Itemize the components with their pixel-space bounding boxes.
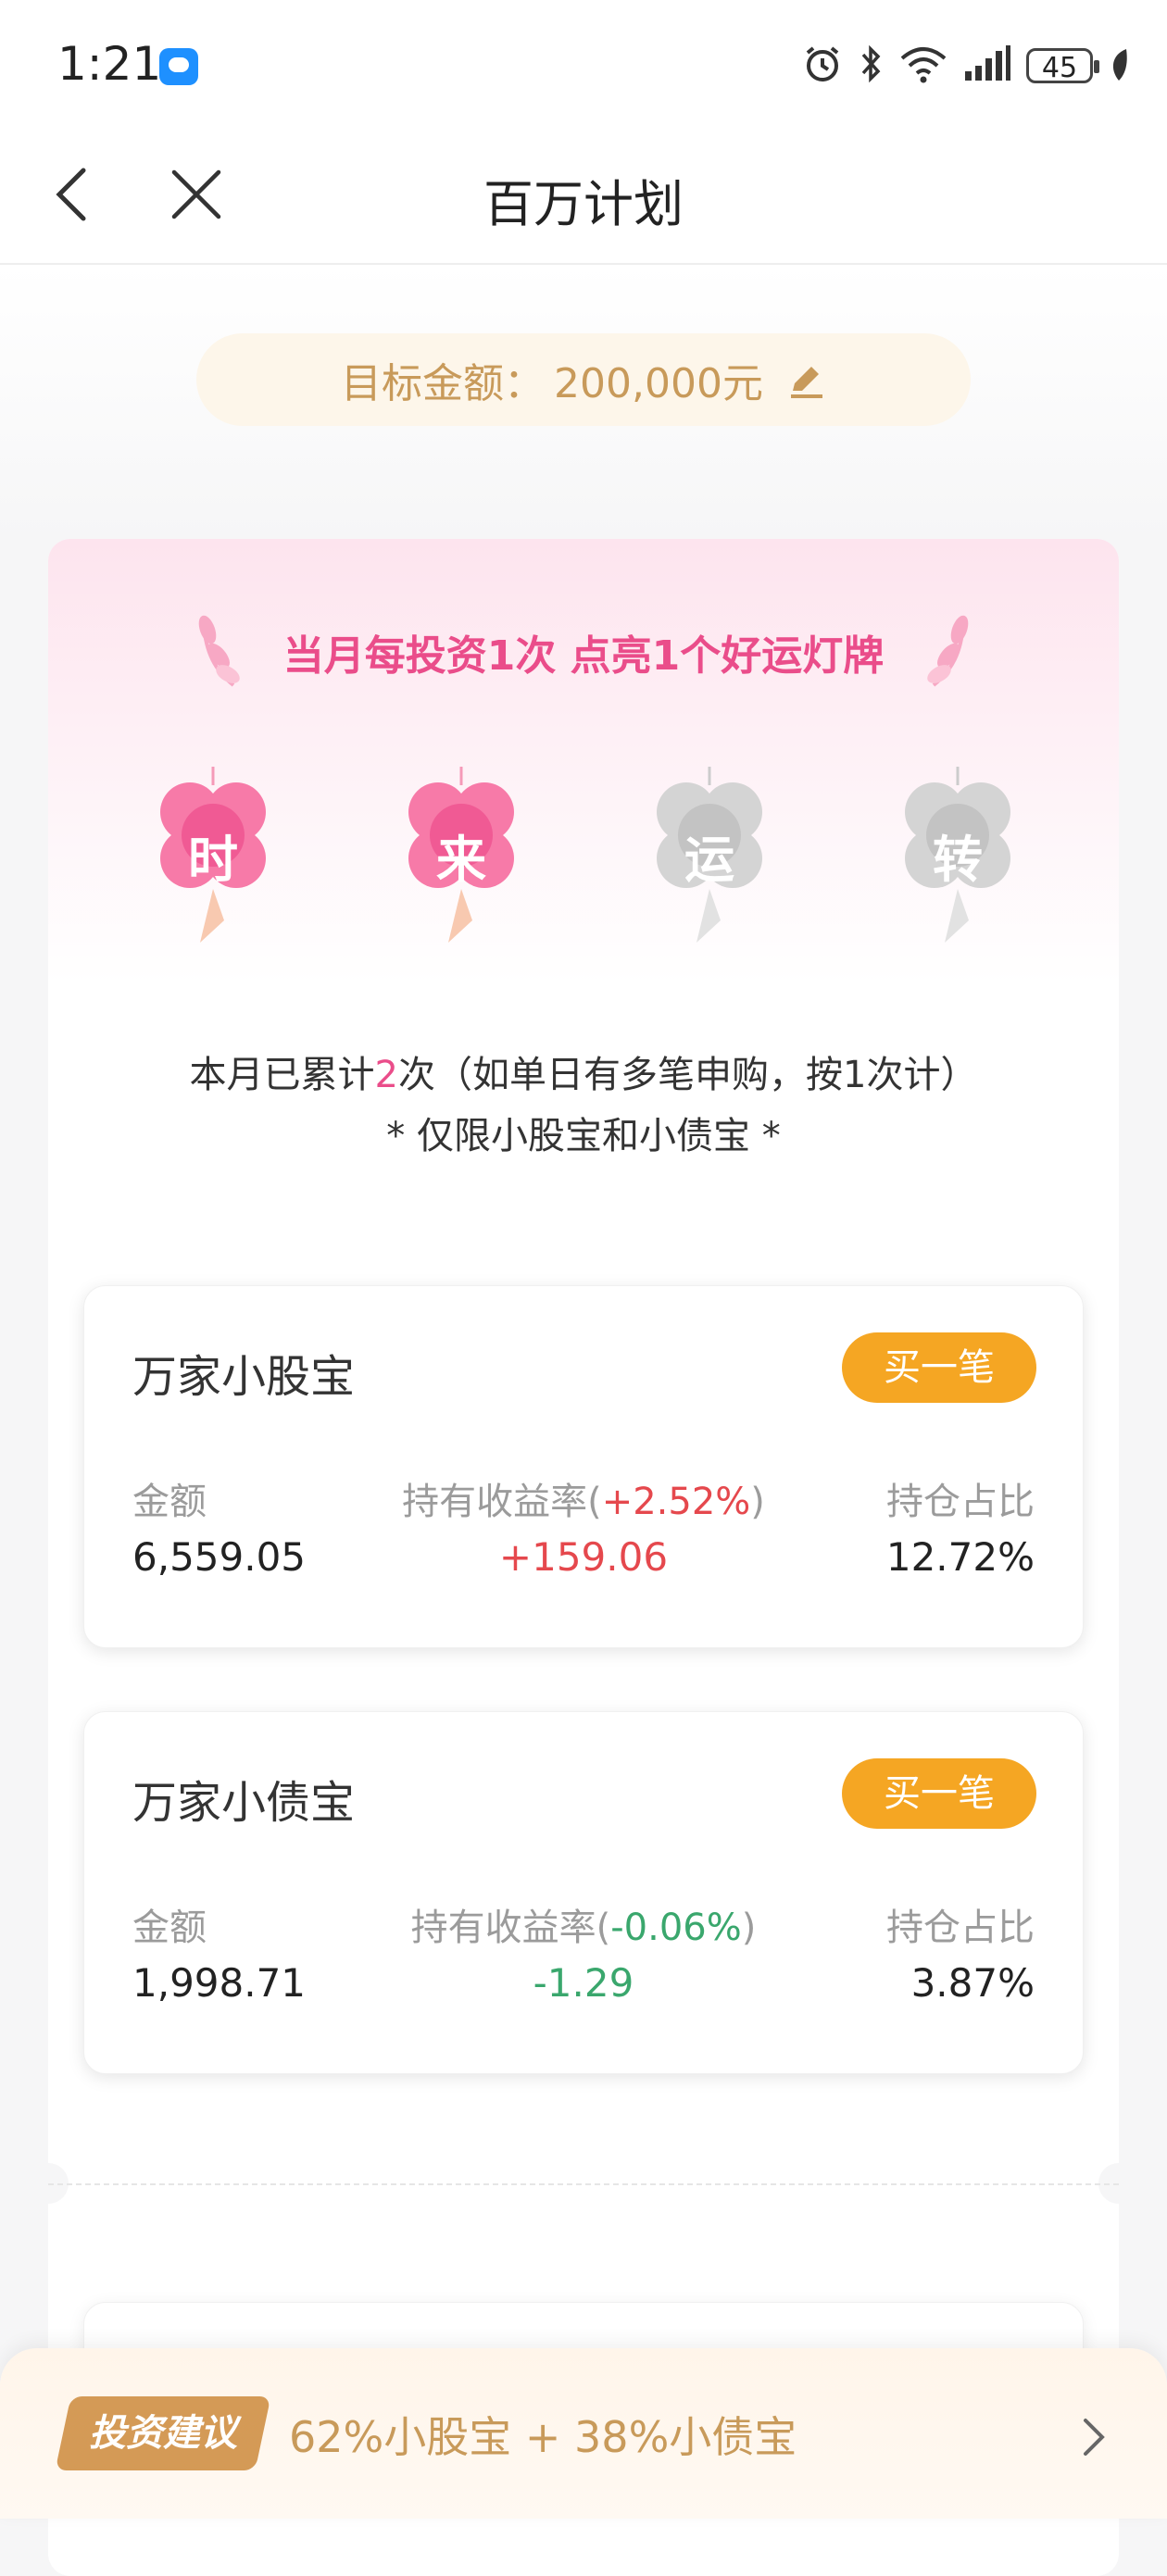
edit-pencil-icon[interactable] [785, 359, 826, 400]
fund-card-bond[interactable]: 万家小债宝 买一笔 金额 持有收益率(-0.06%) 持仓占比 1,998.71… [83, 1711, 1084, 2074]
advice-tag: 投资建议 [89, 2412, 237, 2455]
share-value: 12.72% [885, 1534, 1035, 1580]
share-label: 持仓占比 [886, 1481, 1035, 1523]
investment-advice-bar[interactable]: 投资建议 62%小股宝 + 38%小债宝 [0, 2348, 1167, 2519]
yield-label-close: ) [741, 1907, 757, 1949]
lantern-lit-2: 来 [387, 761, 535, 946]
target-amount: 200,000元 [554, 360, 763, 407]
plan-card: 当月每投资1次 点亮1个好运灯牌 时 来 运 转 本月已累计2次（如单日有多笔申… [48, 539, 1119, 2576]
lantern-unlit-3: 运 [635, 761, 784, 946]
target-section: 目标金额： 200,000元 [0, 265, 1167, 543]
laurel-right-icon [924, 606, 980, 689]
leaf-icon [1108, 45, 1130, 86]
yield-rate: -0.06% [610, 1907, 742, 1949]
count-suffix: 次（如单日有多笔申购，按1次计） [398, 1054, 978, 1096]
lantern-char-3: 运 [684, 831, 734, 889]
lantern-char-4: 转 [933, 831, 983, 889]
count-prefix: 本月已累计 [189, 1054, 375, 1096]
lantern-char-1: 时 [188, 831, 238, 889]
share-value: 3.87% [910, 1960, 1035, 2006]
message-notification-icon [159, 48, 198, 85]
wifi-icon [898, 44, 948, 88]
chevron-right-icon[interactable] [1065, 2409, 1121, 2465]
fund-name: 万家小股宝 [132, 1351, 356, 1403]
bluetooth-icon [858, 44, 884, 88]
buy-button[interactable]: 买一笔 [842, 1332, 1036, 1403]
yield-label-text: 持有收益率( [410, 1907, 611, 1949]
battery-indicator: 45 [1026, 48, 1099, 84]
limit-note: * 仅限小股宝和小债宝 * [386, 1115, 781, 1157]
status-icons: 45 [802, 43, 1130, 89]
dashed-divider [48, 2183, 1119, 2185]
monthly-count-text: 本月已累计2次（如单日有多笔申购，按1次计） [48, 1044, 1119, 1098]
buy-button[interactable]: 买一笔 [842, 1758, 1036, 1829]
yield-label-close: ) [750, 1481, 765, 1523]
target-amount-pill[interactable]: 目标金额： 200,000元 [196, 333, 971, 426]
lantern-lit-1: 时 [139, 761, 287, 946]
page-title: 百万计划 [483, 175, 684, 233]
lantern-row: 时 来 运 转 [48, 761, 1119, 946]
fund-name: 万家小债宝 [132, 1777, 356, 1829]
yield-label-text: 持有收益率( [402, 1481, 602, 1523]
alarm-icon [802, 44, 843, 88]
status-time: 1:21 [57, 37, 162, 91]
signal-icon [963, 44, 1011, 88]
count-number: 2 [374, 1054, 398, 1096]
yield-rate: +2.52% [601, 1481, 751, 1523]
lantern-char-2: 来 [436, 831, 486, 889]
lantern-unlit-4: 转 [884, 761, 1032, 946]
status-bar: 1:21 45 [0, 0, 1167, 130]
fund-card-stock[interactable]: 万家小股宝 买一笔 金额 持有收益率(+2.52%) 持仓占比 6,559.05… [83, 1285, 1084, 1648]
advice-text: 62%小股宝 + 38%小债宝 [289, 2412, 797, 2462]
navigation-bar: 百万计划 [0, 130, 1167, 265]
target-label: 目标金额： [341, 360, 546, 407]
share-label: 持仓占比 [886, 1907, 1035, 1949]
